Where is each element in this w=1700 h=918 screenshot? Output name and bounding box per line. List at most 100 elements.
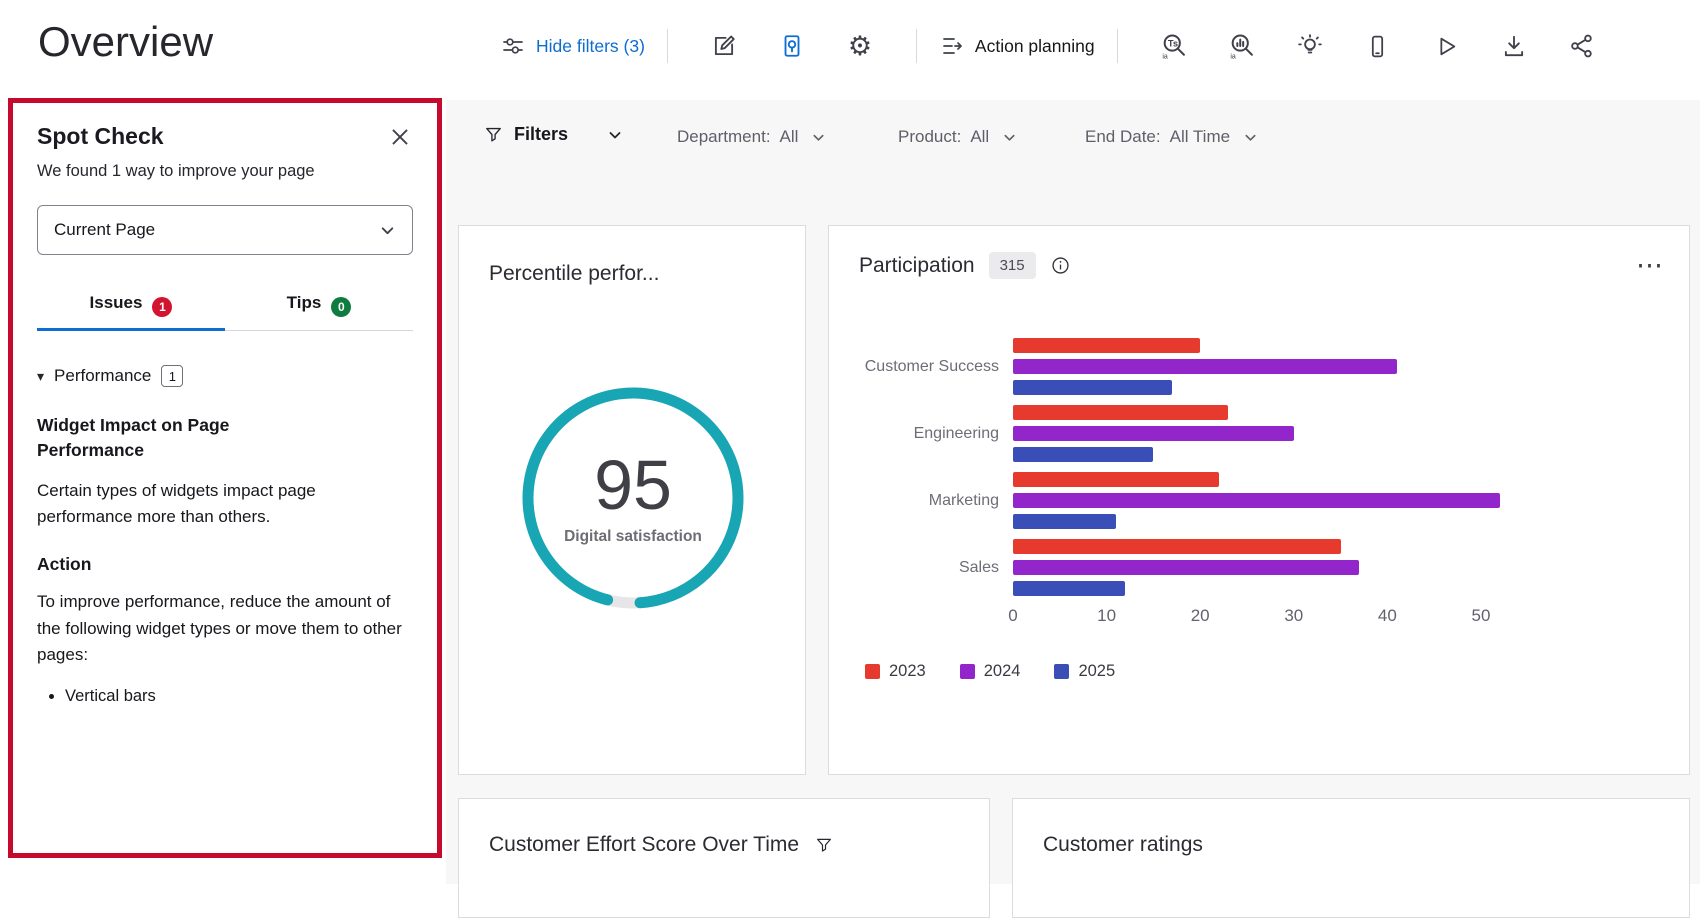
edit-page-button[interactable] <box>708 30 740 62</box>
filter-department-value: All <box>780 127 799 147</box>
legend-label: 2024 <box>984 662 1021 681</box>
ces-card: Customer Effort Score Over Time <box>458 798 990 918</box>
caret-down-icon: ▾ <box>37 368 44 385</box>
performance-section-toggle[interactable]: ▾ Performance 1 <box>37 365 413 387</box>
participation-chart: Customer SuccessEngineeringMarketingSale… <box>859 338 1665 681</box>
bar-2023[interactable] <box>1013 338 1200 353</box>
category-label: Sales <box>859 559 1013 577</box>
issue-bullet-list: Vertical bars <box>37 684 413 709</box>
bar-2024[interactable] <box>1013 359 1397 374</box>
tab-tips[interactable]: Tips0 <box>225 281 413 330</box>
tips-count-badge: 0 <box>331 297 351 317</box>
category-label: Marketing <box>859 492 1013 510</box>
filter-product-label: Product: <box>898 127 961 147</box>
chevron-down-icon <box>1002 130 1017 145</box>
download-button[interactable] <box>1498 30 1530 62</box>
page-search-icon <box>779 33 805 59</box>
chevron-down-icon <box>607 127 623 143</box>
filter-product-value: All <box>970 127 989 147</box>
response-count-badge: 315 <box>989 252 1036 279</box>
share-button[interactable] <box>1566 30 1598 62</box>
issue-bullet: Vertical bars <box>65 684 413 709</box>
lightbulb-icon <box>1297 33 1323 59</box>
spot-check-title: Spot Check <box>37 123 164 150</box>
svg-text:Ts: Ts <box>1168 39 1178 49</box>
participation-card: Participation 315 ⋯ Customer SuccessEngi… <box>828 225 1690 775</box>
spot-check-panel: Spot Check We found 1 way to improve you… <box>8 98 442 858</box>
info-icon[interactable] <box>1050 255 1071 276</box>
bar-2025[interactable] <box>1013 581 1125 596</box>
tab-issues[interactable]: Issues 1 <box>37 281 225 330</box>
settings-button[interactable]: ⚙ <box>844 30 876 62</box>
axis-tick: 40 <box>1378 606 1397 626</box>
legend-item[interactable]: 2024 <box>960 662 1021 681</box>
bar-2023[interactable] <box>1013 405 1228 420</box>
bar-2024[interactable] <box>1013 426 1294 441</box>
participation-plot: Customer SuccessEngineeringMarketingSale… <box>859 338 1665 596</box>
chart-row: Sales <box>859 539 1665 596</box>
chart-row: Engineering <box>859 405 1665 462</box>
issue-body: Certain types of widgets impact page per… <box>37 478 407 531</box>
hide-filters-label: Hide filters (3) <box>536 36 645 57</box>
axis-tick: 10 <box>1097 606 1116 626</box>
performance-count-badge: 1 <box>161 365 183 387</box>
page-selector-dropdown[interactable]: Current Page <box>37 205 413 255</box>
filter-end-date-label: End Date: <box>1085 127 1161 147</box>
percentile-card-title: Percentile perfor... <box>489 262 659 286</box>
more-options-button[interactable]: ⋯ <box>1636 252 1665 279</box>
text-iq-button[interactable]: Ts ia <box>1158 30 1190 62</box>
legend-swatch <box>1054 664 1069 679</box>
filter-end-date[interactable]: End Date: All Time <box>1085 127 1258 147</box>
bar-2025[interactable] <box>1013 380 1172 395</box>
chevron-down-icon <box>811 130 826 145</box>
mobile-icon <box>1365 34 1390 59</box>
legend-item[interactable]: 2025 <box>1054 662 1115 681</box>
filter-product[interactable]: Product: All <box>898 127 1017 147</box>
funnel-icon <box>484 125 503 144</box>
spot-check-button[interactable] <box>776 30 808 62</box>
svg-text:ia: ia <box>1230 53 1236 60</box>
page-selector-value: Current Page <box>54 220 155 240</box>
pencil-icon <box>711 33 737 59</box>
page-title: Overview <box>38 18 213 66</box>
download-icon <box>1501 33 1527 59</box>
toolbar-divider <box>1117 29 1118 63</box>
action-planning-button[interactable]: Action planning <box>939 34 1095 58</box>
bar-2023[interactable] <box>1013 472 1219 487</box>
text-iq-search-icon: Ts ia <box>1160 32 1188 60</box>
play-icon <box>1433 34 1458 59</box>
hide-filters-button[interactable]: Hide filters (3) <box>500 34 645 58</box>
close-button[interactable] <box>387 124 413 150</box>
filter-end-date-value: All Time <box>1170 127 1230 147</box>
gauge-chart: 95 Digital satisfaction <box>498 363 768 633</box>
bar-2025[interactable] <box>1013 447 1153 462</box>
legend-label: 2025 <box>1078 662 1115 681</box>
axis-tick: 30 <box>1284 606 1303 626</box>
mobile-preview-button[interactable] <box>1362 30 1394 62</box>
tab-issues-label: Issues <box>90 293 143 312</box>
toolbar-divider <box>916 29 917 63</box>
toolbar-divider <box>667 29 668 63</box>
filter-department[interactable]: Department: All <box>677 127 826 147</box>
spot-check-tabs: Issues 1 Tips0 <box>37 281 413 331</box>
spot-check-subtitle: We found 1 way to improve your page <box>37 162 413 181</box>
legend-item[interactable]: 2023 <box>865 662 926 681</box>
bar-2025[interactable] <box>1013 514 1116 529</box>
bar-2023[interactable] <box>1013 539 1341 554</box>
play-button[interactable] <box>1430 30 1462 62</box>
bar-2024[interactable] <box>1013 560 1359 575</box>
ratings-card-title: Customer ratings <box>1043 833 1203 857</box>
filters-toggle[interactable]: Filters <box>484 124 623 145</box>
issues-count-badge: 1 <box>152 297 172 317</box>
insights-button[interactable] <box>1294 30 1326 62</box>
bar-2024[interactable] <box>1013 493 1500 508</box>
funnel-icon[interactable] <box>815 836 833 854</box>
filters-label: Filters <box>514 124 568 145</box>
share-icon <box>1569 33 1595 59</box>
ratings-card: Customer ratings <box>1012 798 1690 918</box>
participation-card-title: Participation <box>859 254 975 278</box>
stats-iq-button[interactable]: ia <box>1226 30 1258 62</box>
action-heading: Action <box>37 554 413 575</box>
close-icon <box>387 124 413 150</box>
stats-iq-search-icon: ia <box>1228 32 1256 60</box>
